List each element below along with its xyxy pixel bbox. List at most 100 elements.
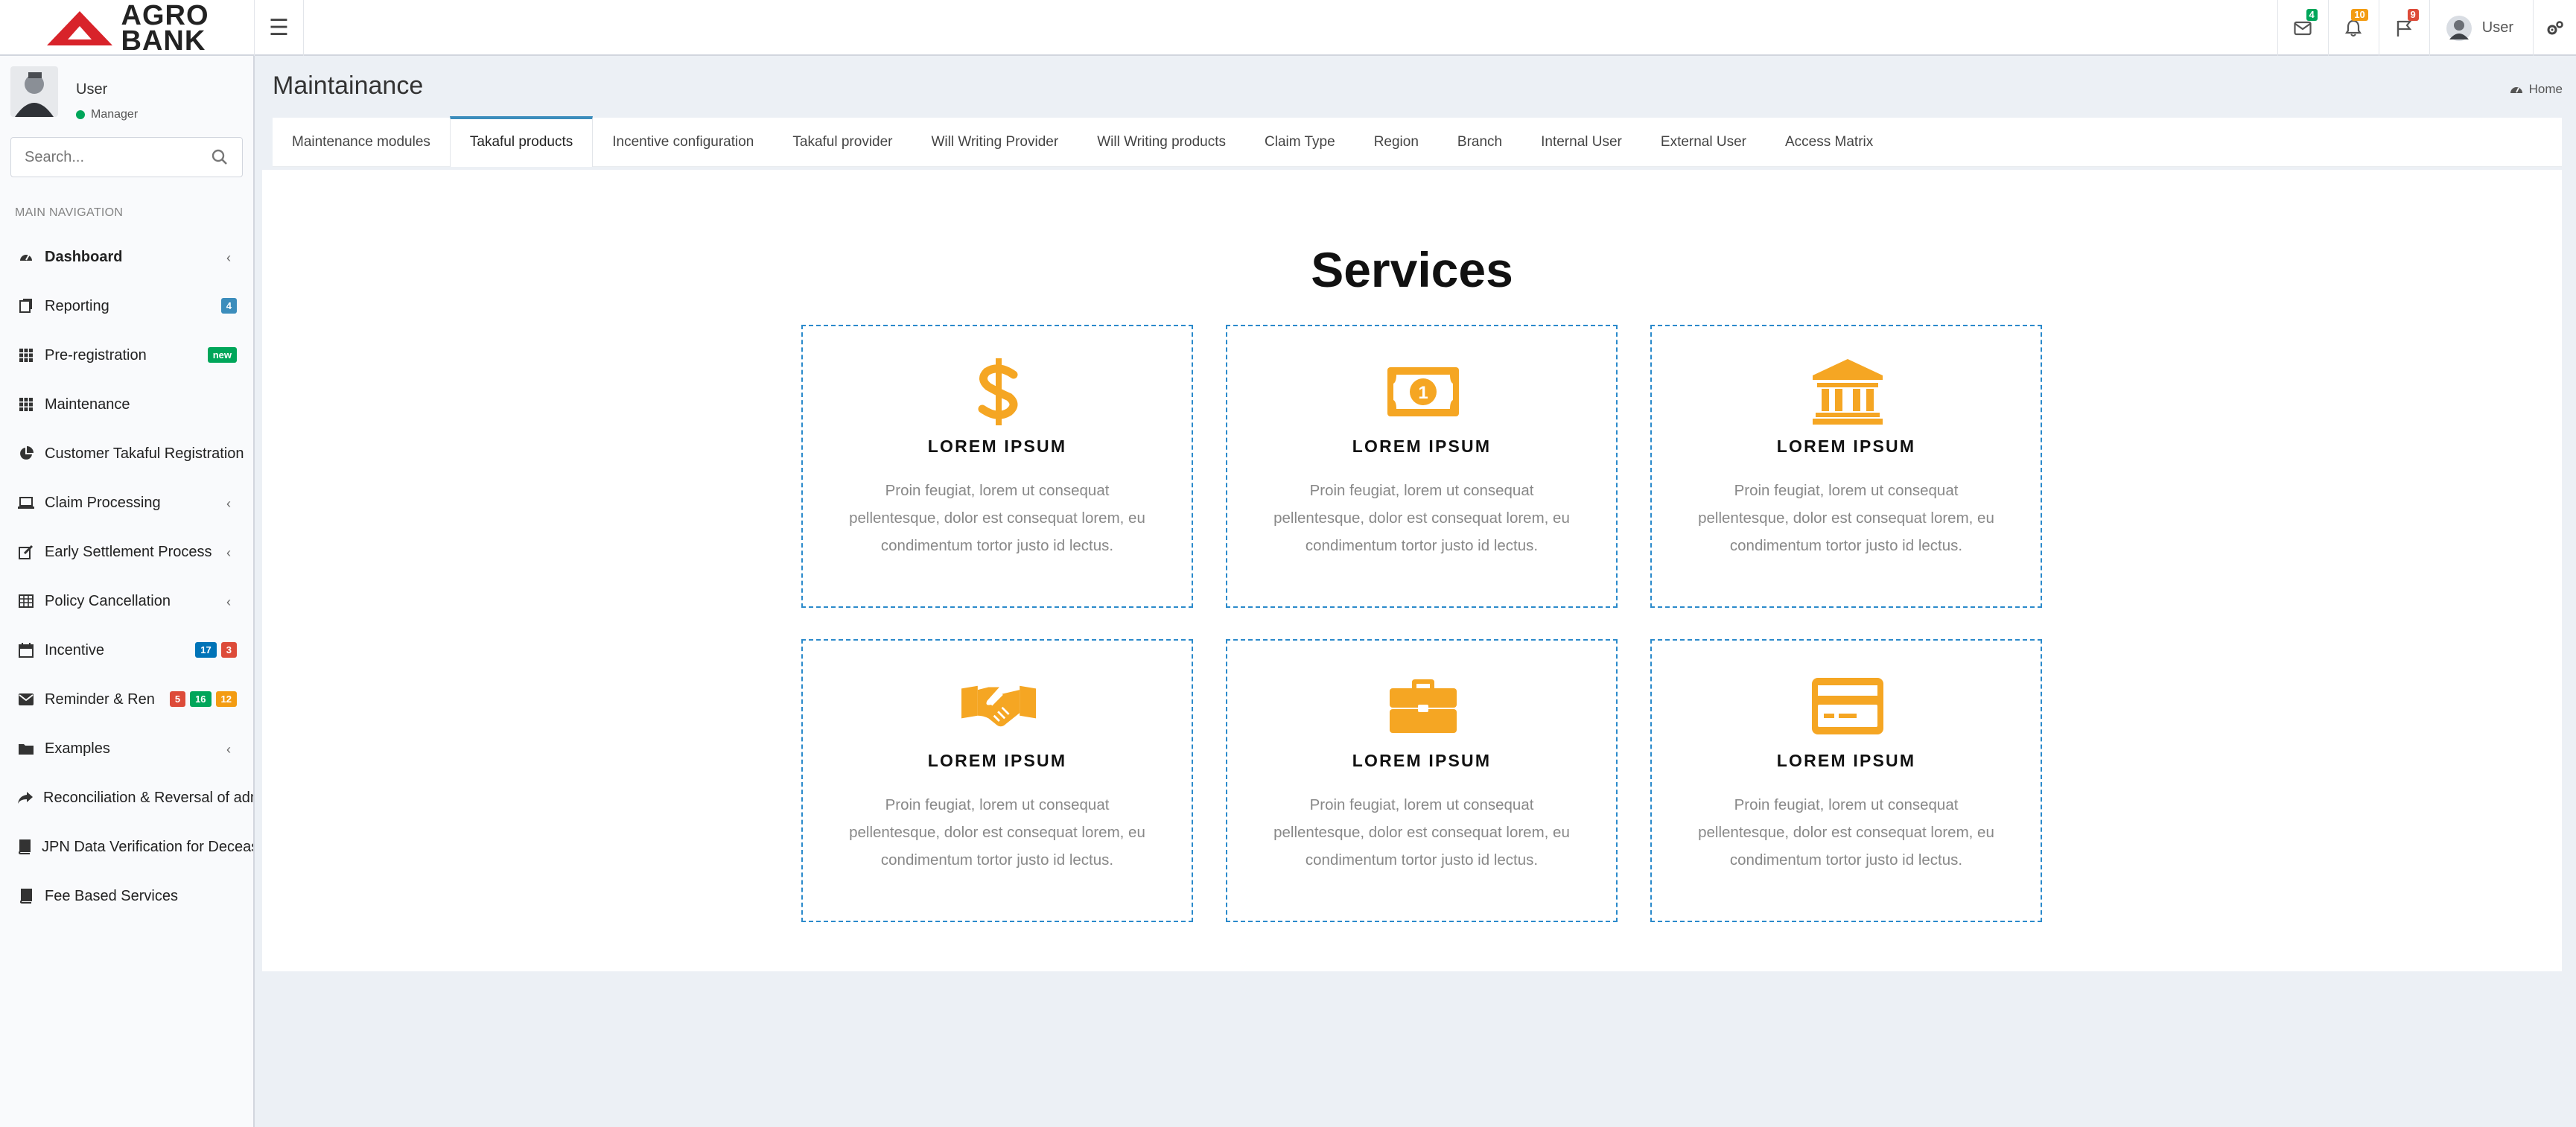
edit-icon — [18, 544, 34, 560]
sidebar-item-reporting[interactable]: Reporting 4 — [0, 282, 253, 331]
book-icon — [18, 839, 31, 855]
sidebar-toggle-button[interactable]: ☰ — [255, 0, 304, 56]
user-menu-label: User — [2481, 19, 2513, 36]
service-card[interactable]: LOREM IPSUM Proin feugiat, lorem ut cons… — [801, 639, 1193, 922]
sidebar-item-examples[interactable]: Examples ‹ — [0, 724, 253, 773]
tab-incentive-configuration[interactable]: Incentive configuration — [593, 118, 773, 167]
top-header: AGRO BANK ☰ 4 10 9 User — [0, 0, 2576, 56]
service-card[interactable]: LOREM IPSUM Proin feugiat, lorem ut cons… — [1650, 639, 2042, 922]
reporting-icon — [18, 298, 34, 314]
sidebar-item-fee-based-services[interactable]: Fee Based Services — [0, 872, 253, 921]
service-card[interactable]: LOREM IPSUM Proin feugiat, lorem ut cons… — [1226, 639, 1618, 922]
reminder-badge-red: 5 — [169, 691, 186, 707]
tab-takaful-provider[interactable]: Takaful provider — [773, 118, 912, 167]
user-name: User — [76, 81, 108, 98]
dashboard-icon — [18, 249, 34, 265]
new-badge: new — [207, 347, 237, 363]
reporting-badge: 4 — [220, 298, 237, 314]
sidebar-item-claim-processing[interactable]: Claim Processing ‹ — [0, 478, 253, 527]
bell-icon — [2345, 19, 2362, 36]
flag-icon — [2397, 20, 2412, 36]
page-title: Maintainance — [273, 72, 424, 100]
tab-takaful-products[interactable]: Takaful products — [449, 116, 594, 167]
nav-header: MAIN NAVIGATION — [15, 206, 124, 219]
tab-branch[interactable]: Branch — [1438, 118, 1521, 167]
service-card[interactable]: LOREM IPSUM Proin feugiat, lorem ut cons… — [1650, 325, 2042, 608]
table-icon — [18, 593, 34, 609]
tab-content: Services LOREM IPSUM Proin feugiat, lore… — [262, 170, 2562, 971]
tasks-button[interactable]: 9 — [2378, 0, 2429, 56]
hamburger-icon: ☰ — [269, 16, 289, 40]
tab-will-writing-provider[interactable]: Will Writing Provider — [912, 118, 1078, 167]
envelope-icon — [2294, 21, 2312, 35]
book-icon — [18, 888, 34, 904]
tab-maintenance-modules[interactable]: Maintenance modules — [273, 118, 450, 167]
sidebar-search — [10, 137, 243, 177]
user-status: Manager — [76, 108, 138, 121]
messages-button[interactable]: 4 — [2277, 0, 2328, 56]
tab-internal-user[interactable]: Internal User — [1521, 118, 1641, 167]
sidebar-item-jpn-data-verification[interactable]: JPN Data Verification for Deceased — [0, 822, 253, 872]
calendar-icon — [18, 642, 34, 658]
sidebar-search-input[interactable] — [25, 148, 211, 166]
briefcase-icon — [1386, 670, 1460, 742]
svg-text:1: 1 — [1418, 383, 1428, 403]
sidebar-menu: Dashboard ‹ Reporting 4 Pre-registration… — [0, 232, 253, 921]
logo-text: AGRO BANK — [121, 0, 209, 57]
pie-chart-icon — [18, 445, 34, 462]
notifications-button[interactable]: 10 — [2327, 0, 2379, 56]
notifications-badge: 10 — [2351, 9, 2368, 21]
sidebar-item-incentive[interactable]: Incentive 17 3 — [0, 626, 253, 675]
maintenance-tabs: Maintenance modules Takaful products Inc… — [273, 116, 2562, 167]
sidebar-item-pre-registration[interactable]: Pre-registration new — [0, 331, 253, 380]
user-menu[interactable]: User — [2429, 0, 2533, 56]
credit-card-icon — [1810, 670, 1885, 742]
tab-region[interactable]: Region — [1355, 118, 1438, 167]
money-bill-icon: 1 — [1386, 356, 1460, 428]
sidebar-item-maintenance[interactable]: Maintenance — [0, 380, 253, 429]
search-icon[interactable] — [211, 148, 229, 166]
chevron-left-icon: ‹ — [226, 496, 231, 511]
dashboard-icon — [2510, 87, 2522, 93]
grid-icon — [18, 396, 34, 413]
incentive-badge-blue: 17 — [195, 642, 217, 658]
chevron-left-icon: ‹ — [226, 594, 231, 609]
breadcrumb-home[interactable]: Home — [2529, 82, 2563, 97]
user-role: Manager — [91, 108, 139, 121]
reminder-badge-orange: 12 — [215, 691, 237, 707]
dollar-icon — [961, 356, 1036, 428]
share-icon — [18, 790, 33, 806]
tab-will-writing-products[interactable]: Will Writing products — [1078, 118, 1245, 167]
chevron-left-icon: ‹ — [226, 742, 231, 757]
tab-external-user[interactable]: External User — [1641, 118, 1766, 167]
service-card[interactable]: LOREM IPSUM Proin feugiat, lorem ut cons… — [801, 325, 1193, 608]
chevron-left-icon: ‹ — [226, 250, 231, 265]
main-sidebar: User Manager MAIN NAVIGATION Dashboard ‹… — [0, 56, 255, 1127]
services-title: Services — [1311, 242, 1513, 297]
chevron-left-icon: ‹ — [226, 545, 231, 560]
control-sidebar-button[interactable] — [2533, 0, 2576, 56]
sidebar-item-customer-takaful-registration[interactable]: Customer Takaful Registration — [0, 429, 253, 478]
folder-icon — [18, 740, 34, 757]
tab-access-matrix[interactable]: Access Matrix — [1766, 118, 1892, 167]
sidebar-item-early-settlement-process[interactable]: Early Settlement Process ‹ — [0, 527, 253, 577]
incentive-badge-red: 3 — [220, 642, 237, 658]
reminder-badge-green: 16 — [190, 691, 212, 707]
messages-badge: 4 — [2306, 9, 2318, 21]
grid-icon — [18, 347, 34, 364]
online-status-icon — [76, 110, 85, 119]
service-card[interactable]: 1 LOREM IPSUM Proin feugiat, lorem ut co… — [1226, 325, 1618, 608]
user-avatar — [10, 66, 58, 117]
envelope-icon — [18, 691, 34, 708]
tab-claim-type[interactable]: Claim Type — [1245, 118, 1355, 167]
breadcrumb[interactable]: Home — [2510, 82, 2563, 97]
sidebar-item-dashboard[interactable]: Dashboard ‹ — [0, 232, 253, 282]
brand-logo[interactable]: AGRO BANK — [0, 0, 255, 56]
user-avatar-small — [2446, 15, 2472, 41]
sidebar-item-policy-cancellation[interactable]: Policy Cancellation ‹ — [0, 577, 253, 626]
handshake-icon — [961, 670, 1036, 742]
sidebar-item-reminder-renewal[interactable]: Reminder & Renewal 5 16 12 — [0, 675, 253, 724]
gears-icon — [2547, 20, 2563, 34]
laptop-icon — [18, 495, 34, 511]
sidebar-item-reconciliation-reversal[interactable]: Reconciliation & Reversal of admin — [0, 773, 253, 822]
